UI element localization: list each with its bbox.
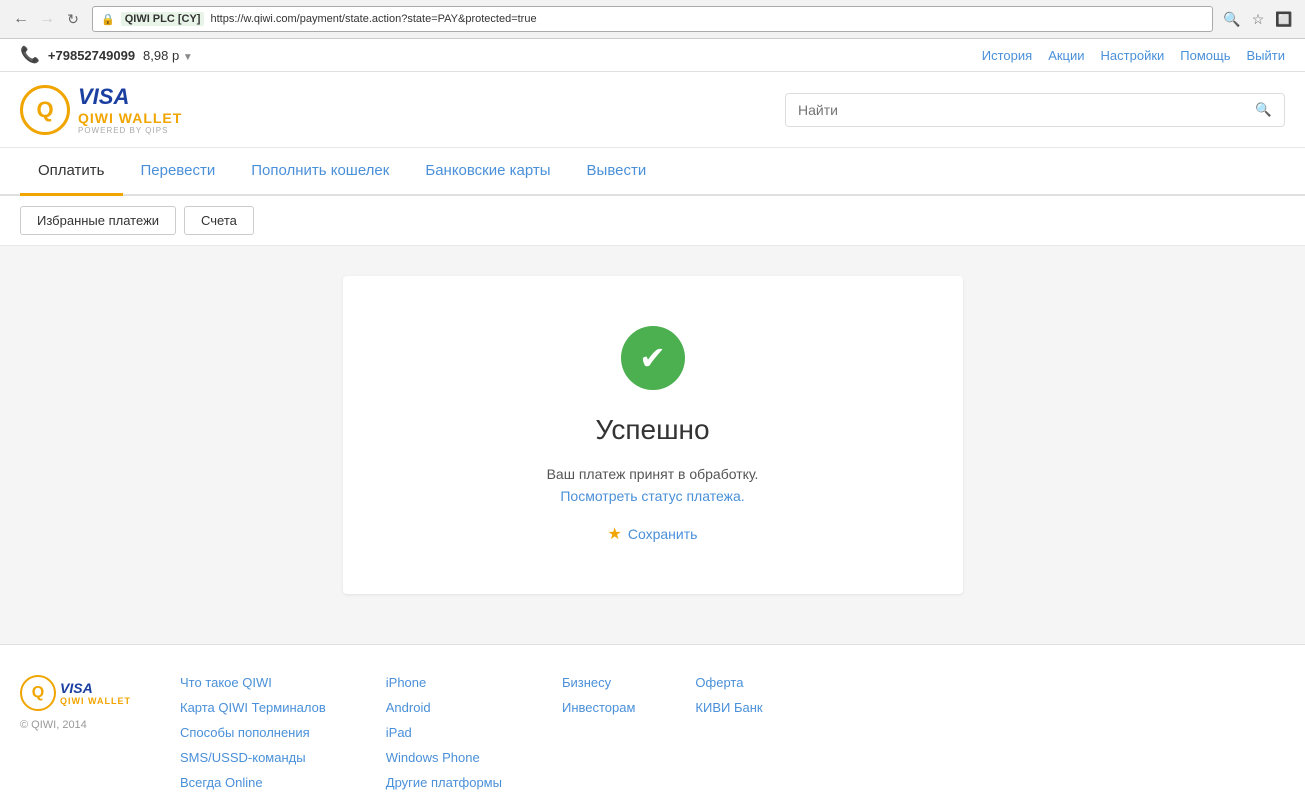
logo-qiwi: QIWI WALLET: [78, 110, 182, 126]
sub-nav: Избранные платежи Счета: [0, 196, 1305, 246]
footer-col-1: Что такое QIWI Карта QIWI Терминалов Спо…: [180, 675, 326, 790]
footer-columns: Что такое QIWI Карта QIWI Терминалов Спо…: [180, 675, 1285, 790]
footer-copyright: © QIWI, 2014: [20, 719, 140, 731]
footer-q-circle: Q: [20, 675, 56, 711]
footer-link-iphone[interactable]: iPhone: [386, 675, 502, 690]
main-nav: Оплатить Перевести Пополнить кошелек Бан…: [0, 148, 1305, 196]
phone-icon: 📞: [20, 45, 40, 65]
logo-powered: POWERED BY QIPS: [78, 126, 182, 135]
success-title: Успешно: [403, 414, 903, 446]
footer-link-topup-methods[interactable]: Способы пополнения: [180, 725, 326, 740]
logo-text: VISA QIWI WALLET POWERED BY QIPS: [78, 84, 182, 135]
extension-button[interactable]: 🔲: [1273, 8, 1295, 30]
footer-link-kiwi-bank[interactable]: КИВИ Банк: [695, 700, 762, 715]
save-button[interactable]: ★ Сохранить: [403, 524, 903, 544]
nav-cards[interactable]: Банковские карты: [407, 148, 568, 196]
save-label: Сохранить: [628, 526, 698, 542]
address-bar[interactable]: 🔒 QIWI PLC [CY] https://w.qiwi.com/payme…: [92, 6, 1213, 32]
footer-link-windows-phone[interactable]: Windows Phone: [386, 750, 502, 765]
top-bar-left: 📞 +79852749099 8,98 р ▼: [20, 45, 193, 65]
footer-logo: Q VISA QIWI WALLET: [20, 675, 140, 711]
site-name: QIWI PLC [CY]: [121, 12, 205, 26]
browser-actions: 🔍 ☆ 🔲: [1221, 8, 1295, 30]
main-content: ✔ Успешно Ваш платеж принят в обработку.…: [0, 246, 1305, 624]
footer-qiwi: QIWI WALLET: [60, 696, 131, 706]
footer: Q VISA QIWI WALLET © QIWI, 2014 Что тако…: [0, 644, 1305, 810]
footer-logo-area: Q VISA QIWI WALLET © QIWI, 2014: [20, 675, 140, 790]
logo: Q VISA QIWI WALLET POWERED BY QIPS: [20, 84, 182, 135]
footer-link-business[interactable]: Бизнесу: [562, 675, 635, 690]
star-icon: ★: [608, 524, 622, 544]
nav-buttons: ← → ↻: [10, 8, 84, 30]
logout-link[interactable]: Выйти: [1247, 48, 1286, 63]
help-link[interactable]: Помощь: [1180, 48, 1230, 63]
logo-q-circle: Q: [20, 85, 70, 135]
favorites-button[interactable]: Избранные платежи: [20, 206, 176, 235]
footer-link-investors[interactable]: Инвесторам: [562, 700, 635, 715]
search-button[interactable]: 🔍: [1243, 94, 1284, 126]
footer-link-sms-commands[interactable]: SMS/USSD-команды: [180, 750, 326, 765]
success-icon: ✔: [621, 326, 685, 390]
success-description: Ваш платеж принят в обработку.: [403, 466, 903, 482]
footer-col-2: iPhone Android iPad Windows Phone Другие…: [386, 675, 502, 790]
footer-link-ipad[interactable]: iPad: [386, 725, 502, 740]
footer-link-offer[interactable]: Оферта: [695, 675, 762, 690]
search-browser-button[interactable]: 🔍: [1221, 8, 1243, 30]
success-card: ✔ Успешно Ваш платеж принят в обработку.…: [343, 276, 963, 594]
footer-link-terminal-map[interactable]: Карта QIWI Терминалов: [180, 700, 326, 715]
phone-number: +79852749099: [48, 48, 135, 63]
footer-link-other-platforms[interactable]: Другие платформы: [386, 775, 502, 790]
top-bar: 📞 +79852749099 8,98 р ▼ История Акции На…: [0, 39, 1305, 72]
forward-button[interactable]: →: [36, 8, 58, 30]
settings-link[interactable]: Настройки: [1101, 48, 1165, 63]
search-bar: 🔍: [785, 93, 1285, 127]
nav-topup[interactable]: Пополнить кошелек: [233, 148, 407, 196]
balance: 8,98 р ▼: [143, 48, 193, 63]
back-button[interactable]: ←: [10, 8, 32, 30]
footer-link-always-online[interactable]: Всегда Online: [180, 775, 326, 790]
nav-withdraw[interactable]: Вывести: [569, 148, 665, 196]
footer-col-3: Бизнесу Инвесторам: [562, 675, 635, 790]
footer-link-android[interactable]: Android: [386, 700, 502, 715]
view-status-link[interactable]: Посмотреть статус платежа.: [560, 488, 744, 504]
site-header: Q VISA QIWI WALLET POWERED BY QIPS 🔍: [0, 72, 1305, 148]
search-input[interactable]: [786, 94, 1243, 126]
balance-arrow: ▼: [183, 52, 193, 63]
nav-pay[interactable]: Оплатить: [20, 148, 123, 196]
footer-inner: Q VISA QIWI WALLET © QIWI, 2014 Что тако…: [20, 675, 1285, 790]
bookmark-button[interactable]: ☆: [1247, 8, 1269, 30]
address-url: https://w.qiwi.com/payment/state.action?…: [210, 13, 536, 25]
footer-link-what-is-qiwi[interactable]: Что такое QIWI: [180, 675, 326, 690]
reload-button[interactable]: ↻: [62, 8, 84, 30]
accounts-button[interactable]: Счета: [184, 206, 254, 235]
lock-icon: 🔒: [101, 13, 115, 26]
footer-col-4: Оферта КИВИ Банк: [695, 675, 762, 790]
nav-transfer[interactable]: Перевести: [123, 148, 234, 196]
footer-visa: VISA: [60, 680, 131, 696]
promo-link[interactable]: Акции: [1048, 48, 1084, 63]
logo-visa: VISA: [78, 84, 182, 110]
top-bar-right: История Акции Настройки Помощь Выйти: [982, 48, 1285, 63]
history-link[interactable]: История: [982, 48, 1032, 63]
browser-chrome: ← → ↻ 🔒 QIWI PLC [CY] https://w.qiwi.com…: [0, 0, 1305, 39]
